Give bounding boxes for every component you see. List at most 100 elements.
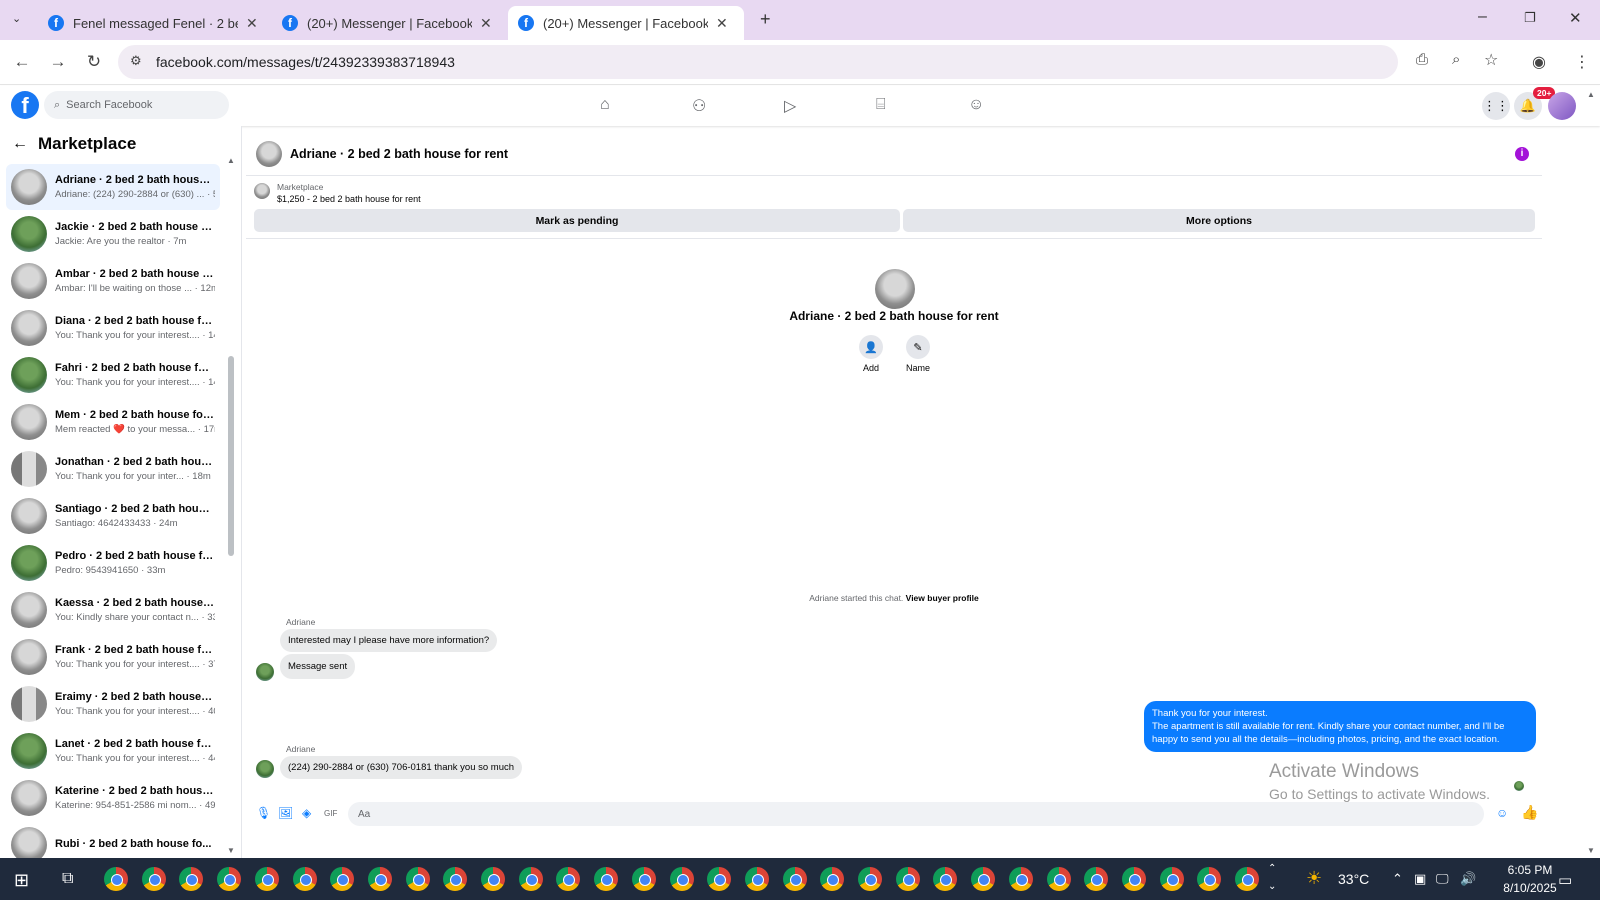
page-scroll-up-icon[interactable]: ▲	[1587, 90, 1595, 99]
restore-window-icon[interactable]: ❐	[1524, 10, 1536, 26]
outgoing-message[interactable]: Thank you for your interest. The apartme…	[1144, 701, 1536, 752]
conversation-row[interactable]: Lanet · 2 bed 2 bath house for ... You: T…	[6, 728, 220, 774]
sticker-icon[interactable]: ◈	[302, 806, 311, 820]
chrome-taskbar-icon[interactable]	[820, 867, 845, 891]
install-app-icon[interactable]: ⎙	[1416, 51, 1428, 68]
chrome-taskbar-icon[interactable]	[594, 867, 619, 891]
conversation-row[interactable]: Jackie · 2 bed 2 bath house for ... Jacki…	[6, 211, 220, 257]
scroll-down-icon[interactable]: ▼	[227, 846, 235, 855]
search-facebook-input[interactable]: ⌕ Search Facebook	[44, 91, 229, 119]
chrome-taskbar-icon[interactable]	[669, 867, 694, 891]
facebook-logo-icon[interactable]: f	[11, 91, 39, 119]
minimize-window-icon[interactable]: –	[1478, 8, 1487, 26]
conversation-row[interactable]: Katerine · 2 bed 2 bath house f... Kateri…	[6, 775, 220, 821]
chrome-taskbar-icon[interactable]	[141, 867, 166, 891]
add-people-button[interactable]: 👤 Add	[851, 335, 891, 373]
address-bar[interactable]: ⚙ facebook.com/messages/t/24392339383718…	[118, 45, 1498, 79]
conversation-row[interactable]: Pedro · 2 bed 2 bath house for ... Pedro:…	[6, 540, 220, 586]
chrome-taskbar-icon[interactable]	[782, 867, 807, 891]
bookmark-star-icon[interactable]: ☆	[1484, 50, 1498, 70]
home-icon[interactable]: ⌂	[600, 96, 610, 114]
sender-avatar[interactable]	[256, 760, 274, 778]
network-icon[interactable]: 🖵	[1436, 871, 1449, 887]
message-input[interactable]: Aa	[348, 802, 1484, 826]
browser-menu-icon[interactable]: ⋮	[1574, 52, 1590, 72]
incoming-message[interactable]: Message sent	[280, 654, 356, 679]
chrome-taskbar-icon[interactable]	[518, 867, 543, 891]
chrome-taskbar-icon[interactable]	[1159, 867, 1184, 891]
conversation-row[interactable]: Mem · 2 bed 2 bath house for r... Mem rea…	[6, 399, 220, 445]
chrome-taskbar-icon[interactable]	[895, 867, 920, 891]
tray-chevron-icon[interactable]: ⌃	[1392, 871, 1403, 887]
conversation-row[interactable]: Ambar · 2 bed 2 bath house for... Ambar: …	[6, 258, 220, 304]
edit-name-button[interactable]: ✎ Name	[898, 335, 938, 373]
back-arrow-icon[interactable]: ←	[12, 135, 28, 153]
chrome-taskbar-icon[interactable]	[481, 867, 505, 891]
like-thumb-icon[interactable]: 👍	[1521, 804, 1538, 821]
back-arrow-icon[interactable]: ←	[11, 52, 33, 72]
close-tab-icon[interactable]: ✕	[716, 15, 728, 32]
groups-icon[interactable]: ☺	[968, 96, 984, 114]
profile-icon[interactable]: ◉	[1532, 52, 1546, 72]
temperature[interactable]: 33°C	[1338, 871, 1369, 887]
more-options-button[interactable]: More options	[903, 209, 1535, 232]
conversation-row[interactable]: Jonathan · 2 bed 2 bath hous... You: Than…	[6, 446, 220, 492]
listing-thumbnail[interactable]	[254, 183, 270, 199]
chrome-taskbar-icon[interactable]	[292, 867, 317, 891]
chrome-taskbar-icon[interactable]	[971, 867, 996, 891]
chrome-taskbar-icon[interactable]	[1008, 867, 1033, 891]
friends-icon[interactable]: ⚇	[692, 96, 706, 116]
conversation-row[interactable]: Kaessa · 2 bed 2 bath house for... You: K…	[6, 587, 220, 633]
view-buyer-profile-link[interactable]: View buyer profile	[906, 593, 979, 603]
notification-center-icon[interactable]: ▭	[1558, 871, 1572, 889]
chrome-taskbar-icon[interactable]	[631, 867, 656, 891]
marketplace-icon[interactable]: ⌸	[876, 96, 886, 114]
chrome-taskbar-icon[interactable]	[405, 867, 430, 891]
task-view-icon[interactable]: ⧉	[62, 870, 73, 888]
browser-tab-3-active[interactable]: f (20+) Messenger | Facebook ✕	[508, 6, 744, 40]
microphone-icon[interactable]: 🎙	[256, 806, 271, 820]
conversation-row[interactable]: Rubi · 2 bed 2 bath house fo...	[6, 822, 220, 858]
chrome-taskbar-icon[interactable]	[1046, 867, 1071, 891]
profile-avatar[interactable]	[875, 269, 915, 309]
conversation-row[interactable]: Frank · 2 bed 2 bath house for ... You: T…	[6, 634, 220, 680]
chat-avatar[interactable]	[256, 141, 282, 167]
incoming-message[interactable]: (224) 290-2884 or (630) 706-0181 thank y…	[280, 756, 523, 779]
info-icon[interactable]: i	[1515, 147, 1529, 161]
chrome-taskbar-icon[interactable]	[1235, 867, 1259, 891]
forward-arrow-icon[interactable]: →	[47, 52, 69, 72]
close-window-icon[interactable]: ✕	[1569, 9, 1582, 27]
listing-title[interactable]: $1,250 - 2 bed 2 bath house for rent	[277, 194, 421, 204]
chrome-taskbar-icon[interactable]	[367, 867, 392, 891]
chrome-taskbar-icon[interactable]	[1121, 867, 1146, 891]
chrome-taskbar-icon[interactable]	[330, 867, 355, 891]
conversation-row[interactable]: Eraimy · 2 bed 2 bath house for... You: T…	[6, 681, 220, 727]
page-scroll-down-icon[interactable]: ▼	[1587, 846, 1595, 855]
chrome-taskbar-icon[interactable]	[707, 867, 732, 891]
meet-now-icon[interactable]: ▣	[1414, 871, 1426, 887]
tab-list-dropdown-icon[interactable]: ⌄	[12, 12, 21, 25]
chrome-taskbar-icon[interactable]	[254, 867, 279, 891]
gif-icon[interactable]: GIF	[324, 809, 337, 818]
browser-tab-1[interactable]: f Fenel messaged Fenel · 2 bed 2 ✕	[38, 6, 268, 40]
chrome-taskbar-icon[interactable]	[179, 867, 204, 891]
chrome-taskbar-icon[interactable]	[933, 867, 958, 891]
site-info-icon[interactable]: ⚙	[130, 53, 142, 69]
incoming-message[interactable]: Interested may I please have more inform…	[280, 629, 498, 652]
conversation-row[interactable]: Fahri · 2 bed 2 bath house for r... You: …	[6, 352, 220, 398]
account-avatar[interactable]	[1548, 92, 1576, 120]
windows-start-icon[interactable]: ⊞	[14, 870, 29, 891]
chrome-taskbar-icon[interactable]	[1197, 867, 1222, 891]
close-tab-icon[interactable]: ✕	[246, 15, 258, 32]
chrome-taskbar-icon[interactable]	[104, 867, 128, 891]
chrome-taskbar-icon[interactable]	[744, 867, 769, 891]
browser-tab-2[interactable]: f (20+) Messenger | Facebook ✕	[272, 6, 502, 40]
conversation-row[interactable]: Santiago · 2 bed 2 bath house f... Santia…	[6, 493, 220, 539]
taskbar-overflow-icon[interactable]: ⌃ ⌄	[1268, 860, 1276, 896]
conversation-row[interactable]: Adriane · 2 bed 2 bath house f... Adriane…	[6, 164, 220, 210]
scroll-up-icon[interactable]: ▲	[227, 156, 235, 165]
chrome-taskbar-icon[interactable]	[556, 867, 581, 891]
menu-grid-icon[interactable]: ⋮⋮	[1482, 92, 1510, 120]
volume-icon[interactable]: 🔊	[1460, 871, 1476, 887]
photo-icon[interactable]: 🖼	[278, 806, 293, 820]
